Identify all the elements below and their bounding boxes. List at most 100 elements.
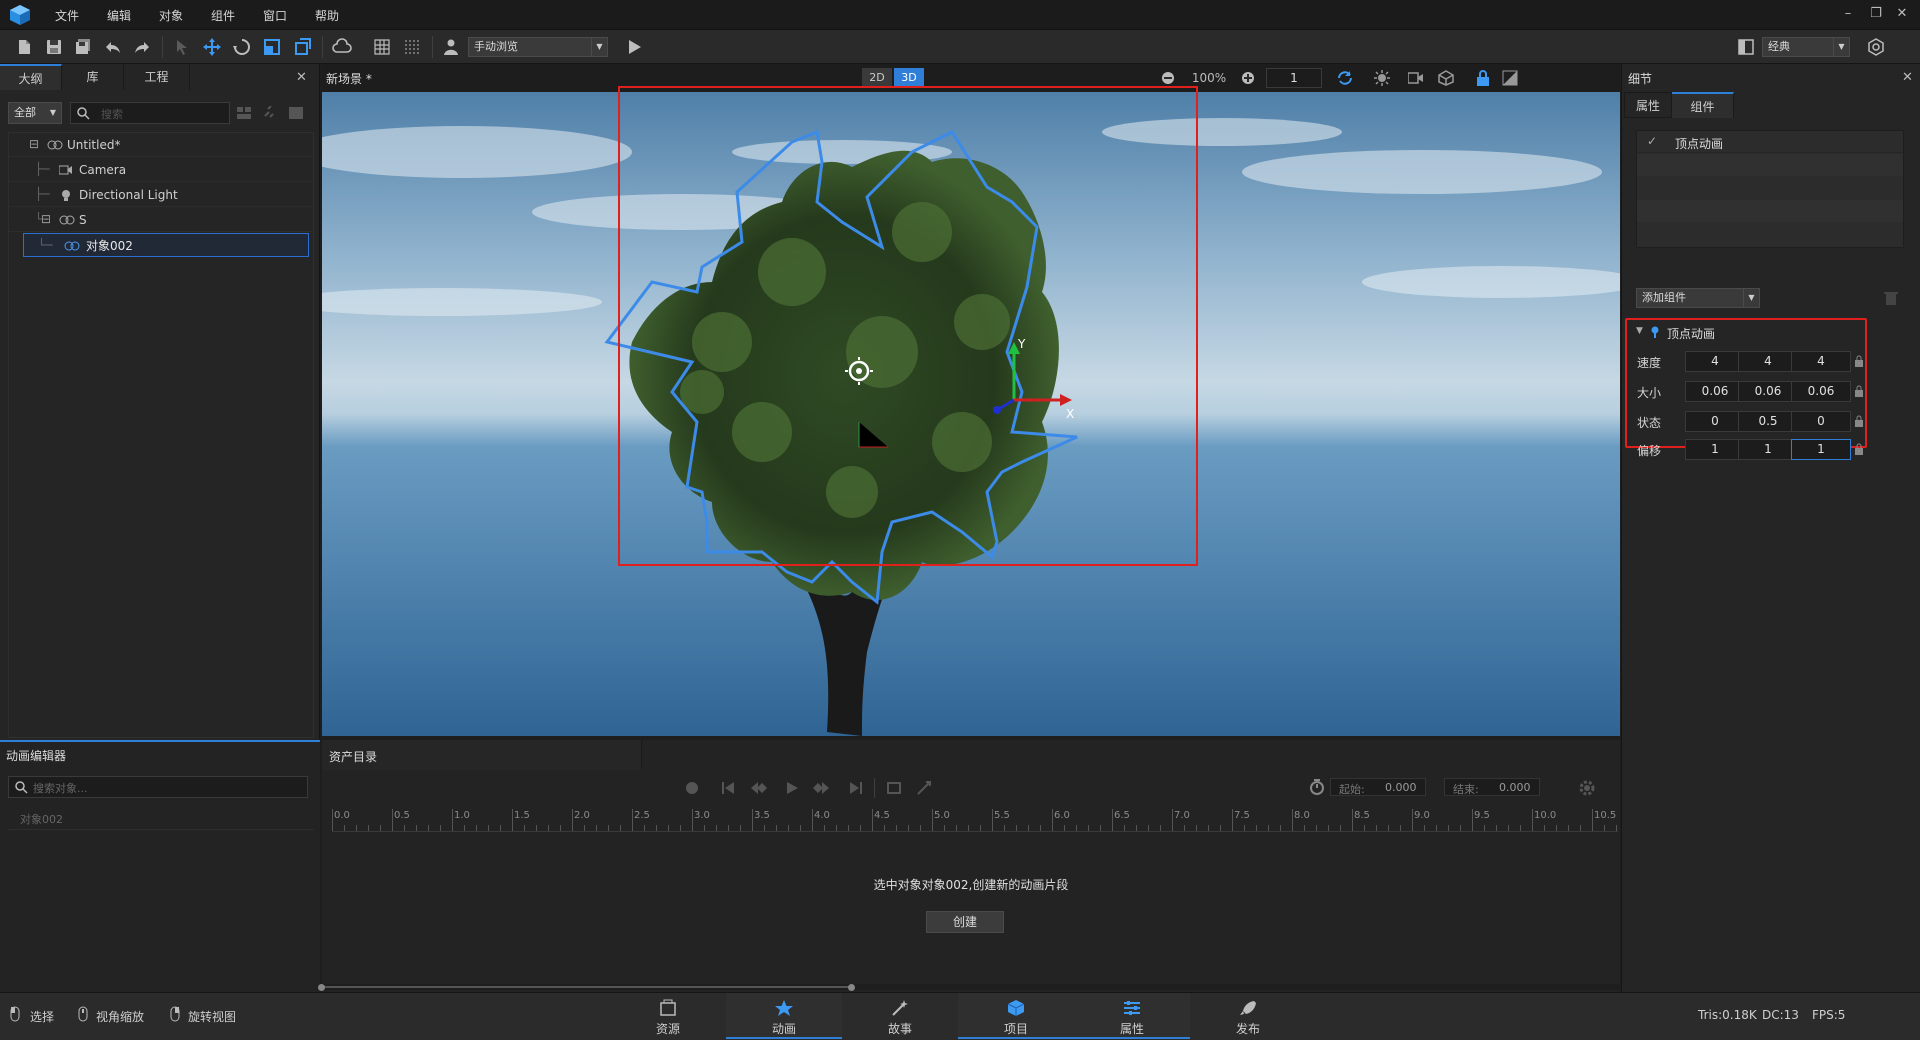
mode-3d-toggle[interactable]: 3D <box>894 68 924 88</box>
tab-components[interactable]: 组件 <box>1672 92 1734 118</box>
trash-icon[interactable] <box>1884 290 1898 306</box>
minimize-icon[interactable]: – <box>1840 6 1856 22</box>
tab-outline[interactable]: 大纲 <box>0 64 62 90</box>
create-clip-button[interactable]: 创建 <box>926 911 1004 933</box>
refresh-view-icon[interactable] <box>1336 70 1354 86</box>
play-icon[interactable] <box>624 37 644 57</box>
size-x-input[interactable]: 0.06 <box>1685 381 1745 402</box>
next-key-icon[interactable] <box>812 780 830 796</box>
tree-item-s[interactable]: └ ⊟ S <box>9 208 315 232</box>
save-all-icon[interactable] <box>73 37 93 57</box>
snap-grid-icon[interactable] <box>402 37 422 57</box>
tree-item-directional-light[interactable]: ├─ Directional Light <box>9 183 315 207</box>
tree-item-camera[interactable]: ├─ Camera <box>9 158 315 182</box>
gear-icon[interactable] <box>1578 779 1596 797</box>
prev-key-icon[interactable] <box>750 780 768 796</box>
close-window-icon[interactable]: ✕ <box>1894 6 1910 22</box>
record-icon[interactable] <box>684 780 700 796</box>
collapse-triangle-icon[interactable]: ▼ <box>1636 326 1643 336</box>
scale-tool-icon[interactable] <box>262 37 282 57</box>
lock-icon[interactable] <box>1854 355 1864 367</box>
restore-icon[interactable]: ❐ <box>1868 6 1884 22</box>
zoom-in-icon[interactable] <box>1240 70 1256 86</box>
nav-publish[interactable]: 发布 <box>1190 993 1306 1039</box>
sun-icon[interactable] <box>1374 70 1390 86</box>
undo-icon[interactable] <box>103 37 123 57</box>
scrollbar-handle-right[interactable] <box>848 984 855 991</box>
nav-project[interactable]: 项目 <box>958 993 1074 1039</box>
add-component-select[interactable]: 添加组件 ▼ <box>1636 288 1760 308</box>
scrollbar-thumb[interactable] <box>320 986 852 988</box>
menu-window[interactable]: 窗口 <box>263 7 287 24</box>
state-y-input[interactable]: 0.5 <box>1738 411 1798 432</box>
end-time-field[interactable]: 结束: 0.000 <box>1444 778 1540 796</box>
outline-filter-select[interactable]: 全部 ▼ <box>8 102 62 124</box>
redo-icon[interactable] <box>132 37 152 57</box>
offset-y-input[interactable]: 1 <box>1738 439 1798 460</box>
object-search-input[interactable]: 搜索对象... <box>8 776 308 798</box>
view-mode-select[interactable]: 手动浏览 ▼ <box>468 37 608 57</box>
mode-2d-toggle[interactable]: 2D <box>862 68 892 88</box>
close-panel-icon[interactable]: ✕ <box>1902 70 1913 85</box>
tree-item-untitled[interactable]: ⊟ Untitled* <box>9 133 315 157</box>
skip-start-icon[interactable] <box>720 780 736 796</box>
outline-search-input[interactable]: 搜索 <box>70 102 230 124</box>
collapse-icon[interactable]: ⊟ <box>29 132 39 156</box>
lock-icon[interactable] <box>1854 385 1864 397</box>
menu-file[interactable]: 文件 <box>55 7 79 24</box>
state-z-input[interactable]: 0 <box>1791 411 1851 432</box>
nav-story[interactable]: 故事 <box>842 993 958 1039</box>
check-icon[interactable]: ✓ <box>1647 134 1657 148</box>
grid-icon[interactable] <box>372 37 392 57</box>
cube-icon[interactable] <box>1438 70 1454 86</box>
component-item[interactable]: ✓ 顶点动画 <box>1637 131 1903 153</box>
speed-y-input[interactable]: 4 <box>1738 351 1798 372</box>
tab-project[interactable]: 工程 <box>124 64 190 90</box>
layout-icon[interactable] <box>1736 37 1756 57</box>
skip-end-icon[interactable] <box>848 780 864 796</box>
state-x-input[interactable]: 0 <box>1685 411 1745 432</box>
size-z-input[interactable]: 0.06 <box>1791 381 1851 402</box>
play-timeline-icon[interactable] <box>784 780 800 796</box>
video-camera-icon[interactable] <box>1408 71 1424 85</box>
select-tool-icon[interactable] <box>172 37 192 57</box>
speed-z-input[interactable]: 4 <box>1791 351 1851 372</box>
loop-icon[interactable] <box>886 780 902 796</box>
tree-item-object002[interactable]: └─ 对象002 <box>23 233 309 257</box>
speed-x-input[interactable]: 4 <box>1685 351 1745 372</box>
lock-icon[interactable] <box>1854 415 1864 427</box>
menu-component[interactable]: 组件 <box>211 7 235 24</box>
zoom-out-icon[interactable] <box>1160 70 1176 86</box>
transform-tool-icon[interactable] <box>292 37 312 57</box>
offset-z-input[interactable]: 1 <box>1791 439 1851 460</box>
lock-icon[interactable] <box>1854 443 1864 455</box>
timeline-ruler[interactable]: 0.0 0.5 1.0 1.5 2.0 2.5 3.0 3.5 4.0 4.5 5.0 5.5 6.0 6… <box>332 809 1618 832</box>
close-panel-icon[interactable]: ✕ <box>296 70 307 85</box>
scrollbar-handle-left[interactable] <box>318 984 325 991</box>
image-icon[interactable] <box>288 106 304 120</box>
curve-icon[interactable] <box>916 780 932 796</box>
settings-hex-icon[interactable] <box>1866 37 1886 57</box>
horizontal-scrollbar[interactable] <box>318 984 1620 991</box>
group-icon[interactable] <box>236 106 252 120</box>
tab-assets[interactable]: 资产目录 <box>322 740 642 770</box>
start-time-field[interactable]: 起始: 0.000 <box>1330 778 1426 796</box>
save-icon[interactable] <box>44 37 64 57</box>
lock-view-icon[interactable] <box>1476 70 1490 86</box>
animated-object-row[interactable]: 对象002 <box>8 806 314 830</box>
offset-x-input[interactable]: 1 <box>1685 439 1745 460</box>
shading-icon[interactable] <box>1502 70 1518 86</box>
layout-preset-select[interactable]: 经典 ▼ <box>1762 37 1850 57</box>
rotate-tool-icon[interactable] <box>232 37 252 57</box>
menu-help[interactable]: 帮助 <box>315 7 339 24</box>
tab-properties[interactable]: 属性 <box>1624 92 1672 118</box>
frame-input[interactable]: 1 <box>1266 68 1322 88</box>
nav-animation[interactable]: 动画 <box>726 993 842 1039</box>
move-tool-icon[interactable] <box>202 37 222 57</box>
collapse-icon[interactable]: ⊟ <box>41 207 51 231</box>
nav-resources[interactable]: 资源 <box>610 993 726 1039</box>
tab-library[interactable]: 库 <box>62 64 124 90</box>
cloud-icon[interactable] <box>332 37 352 57</box>
new-file-icon[interactable] <box>14 37 34 57</box>
link-icon[interactable] <box>262 106 278 120</box>
